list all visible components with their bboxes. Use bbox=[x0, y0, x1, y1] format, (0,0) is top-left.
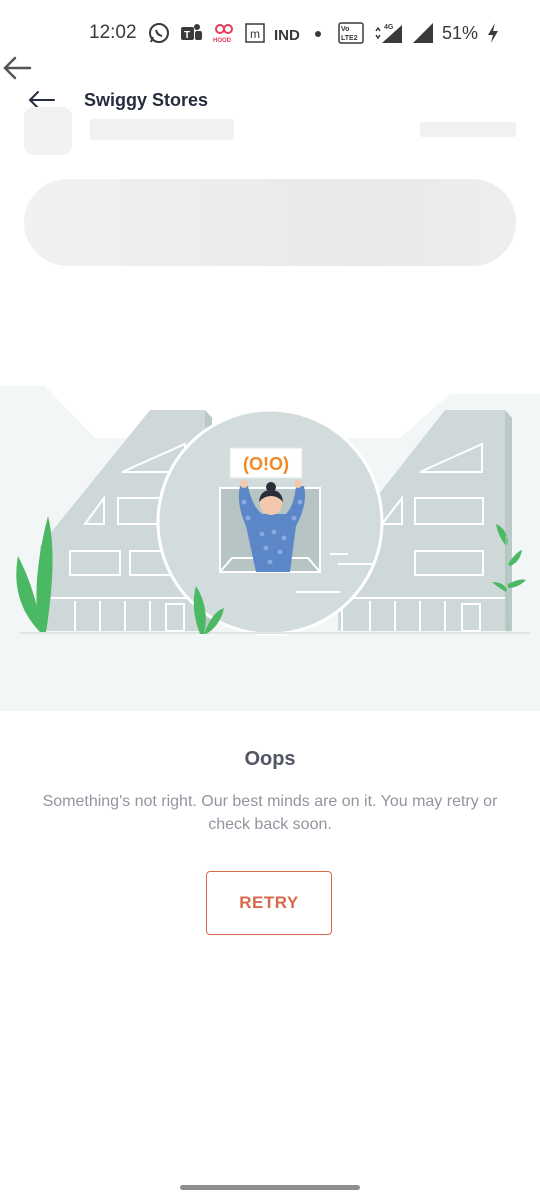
ind-text: IND bbox=[274, 27, 300, 44]
system-back-button[interactable] bbox=[2, 54, 32, 82]
error-message: Something's not right. Our best minds ar… bbox=[42, 793, 498, 833]
home-indicator[interactable] bbox=[180, 1185, 360, 1190]
svg-text:LTE2: LTE2 bbox=[341, 35, 358, 42]
signal-icon bbox=[412, 22, 434, 44]
m-text: m bbox=[250, 27, 260, 41]
network-text: 4G bbox=[384, 24, 394, 31]
retry-label: RETRY bbox=[239, 893, 299, 912]
page-title: Swiggy Stores bbox=[84, 90, 209, 110]
svg-text:Vo: Vo bbox=[341, 26, 349, 33]
m-icon: m bbox=[245, 22, 265, 44]
skeleton-title-line bbox=[90, 119, 234, 140]
notification-icons: T HOOD m IND bbox=[148, 22, 325, 44]
error-title: Oops bbox=[244, 748, 296, 770]
volte-icon: Vo LTE2 bbox=[338, 22, 366, 44]
sign-text: (O!O) bbox=[243, 454, 289, 474]
svg-text:T: T bbox=[184, 30, 190, 41]
hood-icon: HOOD bbox=[212, 22, 236, 44]
charging-icon bbox=[486, 22, 500, 44]
whatsapp-icon bbox=[148, 22, 170, 44]
system-icons: Vo LTE2 4G 51% bbox=[338, 22, 500, 44]
hood-text: HOOD bbox=[213, 38, 232, 44]
ind-icon: IND bbox=[274, 22, 302, 44]
error-illustration: (O!O) bbox=[0, 386, 540, 711]
skeleton-meta-line bbox=[420, 122, 516, 137]
signal-4g-icon: 4G bbox=[374, 22, 404, 44]
status-time: 12:02 bbox=[89, 22, 137, 43]
skeleton-search-bar bbox=[24, 179, 516, 266]
battery-percent: 51% bbox=[441, 22, 478, 43]
back-arrow-icon bbox=[3, 56, 32, 80]
status-bar: 12:02 T HOOD m IND Vo LTE2 4G 51% bbox=[0, 0, 540, 68]
skeleton-avatar bbox=[24, 107, 72, 155]
dot-icon bbox=[311, 22, 325, 44]
teams-icon: T bbox=[179, 22, 203, 44]
retry-button[interactable]: RETRY bbox=[206, 871, 332, 935]
